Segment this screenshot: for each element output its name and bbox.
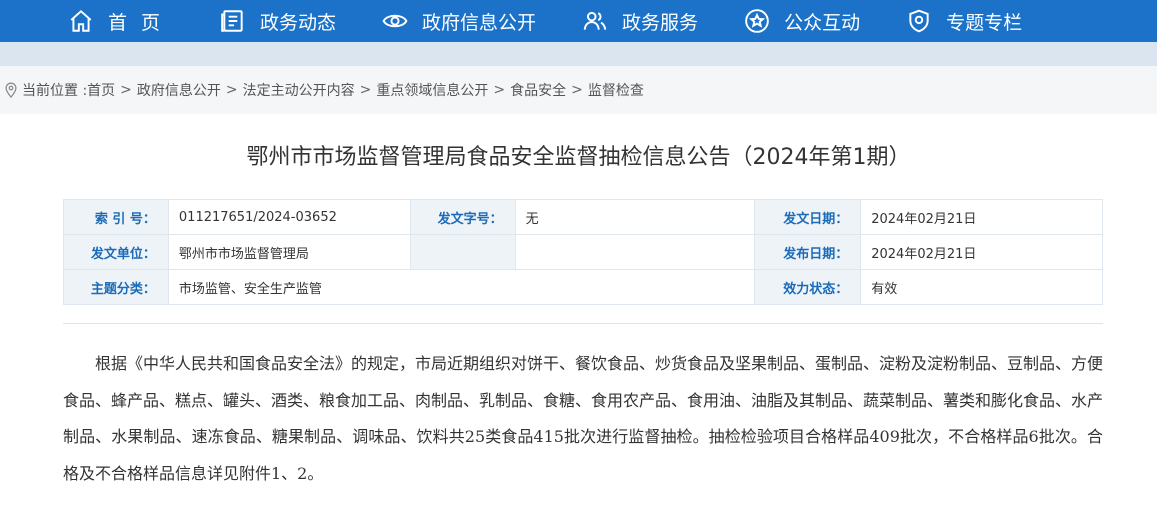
nav-item-interaction[interactable]: 公众互动 (744, 8, 860, 35)
category-label: 主题分类： (63, 269, 169, 305)
nav-label-services: 政务服务 (622, 11, 699, 34)
doc-no-value: 无 (514, 199, 756, 235)
metadata-row: 发文单位： 鄂州市市场监督管理局 发布日期： 2024年02月21日 (63, 234, 1103, 270)
nav-label-info-open: 政府信息公开 (422, 11, 537, 34)
eye-icon (382, 14, 408, 28)
breadcrumb-info-open[interactable]: 政府信息公开 (137, 80, 221, 100)
metadata-row: 索 引 号： 011217651/2024-03652 发文字号： 无 发文日期… (63, 199, 1103, 235)
breadcrumb-separator: > (493, 82, 506, 98)
publish-date-label: 发布日期： (754, 234, 862, 270)
shield-icon (909, 9, 929, 33)
breadcrumb-separator: > (359, 82, 372, 98)
status-value: 有效 (860, 269, 1103, 305)
index-no-value: 011217651/2024-03652 (167, 199, 411, 235)
nav-item-topics[interactable]: 专题专栏 (906, 8, 1022, 35)
category-value: 市场监管、安全生产监管 (167, 269, 756, 305)
issue-date-label: 发文日期： (754, 199, 862, 235)
breadcrumb-inspection[interactable]: 监督检查 (588, 80, 644, 100)
main-nav: 首页 政务动态 政府信息公开 政务服务 公众互动 专题专栏 (0, 0, 1157, 42)
star-icon (745, 9, 769, 33)
empty-label-cell (409, 234, 516, 270)
nav-item-news[interactable]: 政务动态 (220, 8, 336, 35)
breadcrumb-separator: > (225, 82, 238, 98)
nav-label-topics: 专题专栏 (946, 11, 1023, 34)
breadcrumb-home[interactable]: 首页 (87, 80, 115, 100)
issuer-label: 发文单位： (63, 234, 169, 270)
breadcrumb-separator: > (120, 82, 132, 98)
banner-band (0, 42, 1157, 66)
index-no-label: 索 引 号： (63, 199, 169, 235)
nav-label-interaction: 公众互动 (784, 11, 861, 34)
publish-date-value: 2024年02月21日 (860, 234, 1103, 270)
breadcrumb-legal-content[interactable]: 法定主动公开内容 (243, 80, 355, 100)
news-icon (221, 10, 243, 32)
home-icon (70, 9, 92, 32)
nav-item-home[interactable]: 首页 (68, 8, 174, 35)
issue-date-value: 2024年02月21日 (860, 199, 1103, 235)
nav-label-news: 政务动态 (260, 11, 337, 34)
article-body: 根据《中华人民共和国食品安全法》的规定，市局近期组织对饼干、餐饮食品、炒货食品及… (63, 354, 1104, 483)
nav-label-home: 首页 (108, 11, 175, 34)
metadata-table: 索 引 号： 011217651/2024-03652 发文字号： 无 发文日期… (63, 199, 1103, 305)
issuer-value: 鄂州市市场监督管理局 (167, 234, 411, 270)
breadcrumb-separator: > (571, 82, 583, 98)
empty-value-cell (514, 234, 756, 270)
breadcrumb: 当前位置 : 首页 > 政府信息公开 > 法定主动公开内容 > 重点领域信息公开… (0, 66, 1157, 114)
metadata-row: 主题分类： 市场监管、安全生产监管 效力状态： 有效 (63, 269, 1103, 305)
users-icon (583, 11, 607, 30)
status-label: 效力状态： (754, 269, 862, 305)
article-title: 鄂州市市场监督管理局食品安全监督抽检信息公告（2024年第1期） (246, 145, 911, 170)
nav-item-services[interactable]: 政务服务 (582, 8, 698, 35)
breadcrumb-prefix: 当前位置 : (22, 83, 88, 99)
breadcrumb-key-areas[interactable]: 重点领域信息公开 (376, 80, 488, 100)
doc-no-label: 发文字号： (409, 199, 516, 235)
content-divider (63, 323, 1103, 324)
nav-item-info-open[interactable]: 政府信息公开 (382, 8, 536, 35)
location-pin-icon (5, 82, 17, 98)
breadcrumb-food-safety[interactable]: 食品安全 (510, 80, 566, 100)
